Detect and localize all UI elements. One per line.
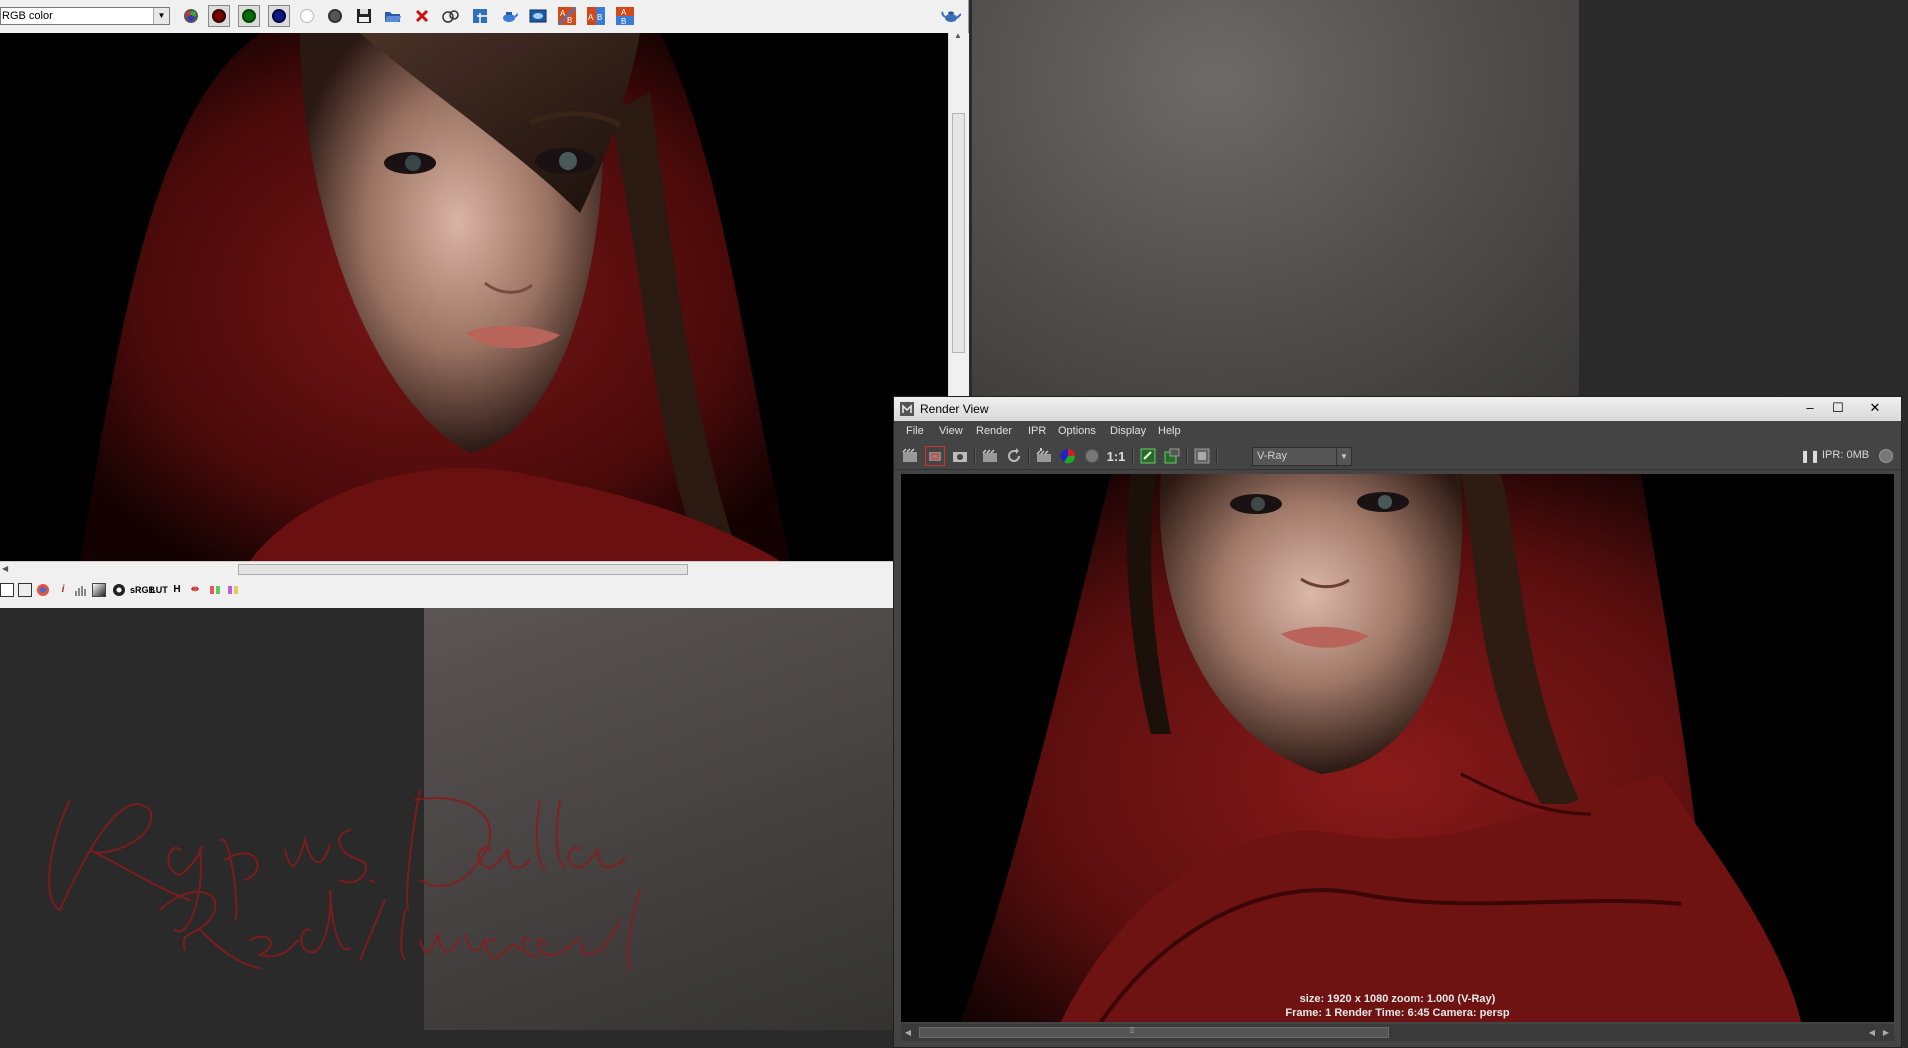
menu-display[interactable]: Display	[1110, 425, 1146, 437]
scroll-right-arrow-icon[interactable]: ▶	[1881, 1027, 1891, 1038]
menu-render[interactable]: Render	[976, 425, 1012, 437]
ab-compare-vertical-icon[interactable]: AB	[585, 5, 607, 27]
alpha-channel-icon[interactable]	[1082, 446, 1102, 466]
toolbar-separator	[1132, 447, 1134, 465]
render-view-image[interactable]: size: 1920 x 1080 zoom: 1.000 (V-Ray) Fr…	[901, 474, 1894, 1022]
framebuffer-window: RGB color ▼ AB A B A B ▲ ◀ i sRGB LUT H …	[0, 0, 969, 608]
display-color-correction-icon[interactable]	[0, 583, 14, 597]
pause-icon[interactable]: ❚❚	[1800, 446, 1820, 466]
chevron-down-icon[interactable]: ▼	[153, 8, 169, 24]
menu-file[interactable]: File	[906, 425, 924, 437]
framebuffer-render-image[interactable]	[0, 33, 948, 561]
minimize-icon[interactable]: –	[1797, 399, 1823, 417]
render-view-window: Render View – ☐ ✕ File View Render IPR O…	[893, 396, 1902, 1048]
framebuffer-horizontal-scrollbar[interactable]: ◀	[0, 561, 968, 578]
renderer-select-value: V-Ray	[1257, 450, 1287, 462]
monochrome-icon[interactable]	[324, 5, 346, 27]
menu-options[interactable]: Options	[1058, 425, 1096, 437]
info-icon[interactable]: i	[56, 583, 70, 597]
white-balance-icon[interactable]	[112, 583, 126, 597]
refresh-icon[interactable]	[1004, 446, 1024, 466]
srgb-label[interactable]: sRGB	[130, 583, 155, 597]
alpha-channel-icon[interactable]	[296, 5, 318, 27]
lut-label[interactable]: LUT	[150, 583, 168, 597]
open-image-icon[interactable]	[382, 5, 404, 27]
svg-text:A: A	[621, 8, 627, 17]
toolbar-separator	[1186, 447, 1188, 465]
rgb-channels-icon[interactable]	[1058, 446, 1078, 466]
artist-signature	[48, 789, 641, 971]
scroll-left-arrow-icon[interactable]: ◀	[903, 1027, 913, 1038]
show-history-icon[interactable]	[527, 5, 549, 27]
render-info-frame: Frame: 1 Render Time: 6:45 Camera: persp	[1285, 1007, 1510, 1019]
render-view-toolbar: 1:1 V-Ray ▼ ❚❚ IPR: 0MB	[894, 443, 1901, 470]
snapshot-icon[interactable]	[950, 446, 970, 466]
svg-text:B: B	[597, 13, 602, 22]
channel-select[interactable]: RGB color ▼	[0, 7, 170, 25]
channel-select-value: RGB color	[2, 10, 53, 22]
framebuffer-bottom-toolbar: i sRGB LUT H ⇹	[0, 577, 968, 603]
chevron-down-icon[interactable]: ▼	[1336, 448, 1351, 465]
region-render-icon[interactable]	[469, 5, 491, 27]
blue-channel-icon[interactable]	[268, 5, 290, 27]
toolbar-separator	[1028, 447, 1030, 465]
red-green-icon[interactable]	[208, 583, 222, 597]
teapot-icon[interactable]	[940, 5, 962, 27]
scroll-left-arrow-icon[interactable]: ◀	[1867, 1027, 1877, 1038]
svg-text:A: A	[588, 13, 594, 22]
render-sequence-icon[interactable]	[980, 446, 1000, 466]
remove-image-icon[interactable]	[1162, 446, 1182, 466]
render-info-size: size: 1920 x 1080 zoom: 1.000 (V-Ray)	[1299, 993, 1496, 1005]
maya-app-icon	[900, 402, 914, 416]
svg-text:B: B	[567, 16, 572, 25]
scroll-grip-icon: ⁞⁞⁞⁞	[1129, 1026, 1135, 1035]
renderer-select[interactable]: V-Ray ▼	[1252, 447, 1352, 466]
clamp-icon[interactable]: ⇹	[188, 583, 202, 597]
menu-help[interactable]: Help	[1158, 425, 1181, 437]
rgb-channels-icon[interactable]	[180, 5, 202, 27]
render-frame-icon[interactable]	[900, 446, 920, 466]
menu-ipr[interactable]: IPR	[1028, 425, 1046, 437]
track-mouse-icon[interactable]	[440, 5, 462, 27]
ab-compare-swap-icon[interactable]: AB	[614, 5, 636, 27]
keep-image-icon[interactable]	[1138, 446, 1158, 466]
framebuffer-toolbar: RGB color ▼ AB A B A B	[0, 0, 968, 34]
clear-image-icon[interactable]	[411, 5, 433, 27]
toolbar-separator	[974, 447, 976, 465]
hsv-label[interactable]: H	[170, 583, 184, 597]
one-to-one-zoom-button[interactable]: 1:1	[1104, 446, 1128, 466]
portrait-render-image	[901, 474, 1894, 1022]
horizontal-scroll-thumb[interactable]	[238, 564, 688, 575]
scroll-left-arrow-icon[interactable]: ◀	[2, 564, 8, 573]
red-channel-icon[interactable]	[208, 5, 230, 27]
render-view-menubar: File View Render IPR Options Display Hel…	[894, 421, 1901, 443]
toolbar-separator	[1216, 447, 1218, 465]
curves-icon[interactable]	[36, 583, 50, 597]
portrait-closeup-image	[0, 33, 948, 561]
green-channel-icon[interactable]	[238, 5, 260, 27]
render-view-title: Render View	[920, 402, 989, 416]
render-view-titlebar[interactable]: Render View – ☐ ✕	[894, 397, 1901, 422]
ab-compare-horizontal-icon[interactable]: AB	[556, 5, 578, 27]
teapot-render-icon[interactable]	[498, 5, 520, 27]
render-region-icon[interactable]	[925, 446, 945, 466]
vertical-scroll-thumb[interactable]	[952, 113, 965, 353]
display-settings-icon[interactable]	[1192, 446, 1212, 466]
pixel-aspect-icon[interactable]	[226, 583, 240, 597]
ipr-memory-status: IPR: 0MB	[1822, 449, 1870, 461]
horizontal-scroll-thumb[interactable]	[919, 1027, 1389, 1038]
levels-icon[interactable]	[18, 583, 32, 597]
histogram-icon[interactable]	[74, 583, 88, 597]
save-image-icon[interactable]	[353, 5, 375, 27]
ipr-render-icon[interactable]	[1034, 446, 1054, 466]
ipr-status-indicator-icon	[1876, 446, 1896, 466]
render-view-horizontal-scrollbar[interactable]: ◀ ⁞⁞⁞⁞ ◀ ▶	[901, 1024, 1894, 1041]
scroll-up-arrow-icon[interactable]: ▲	[954, 31, 962, 40]
exposure-icon[interactable]	[92, 583, 106, 597]
background-gradient-panel	[972, 0, 1579, 400]
svg-text:B: B	[621, 17, 626, 25]
maximize-icon[interactable]: ☐	[1825, 399, 1851, 417]
menu-view[interactable]: View	[939, 425, 963, 437]
close-icon[interactable]: ✕	[1862, 399, 1888, 417]
